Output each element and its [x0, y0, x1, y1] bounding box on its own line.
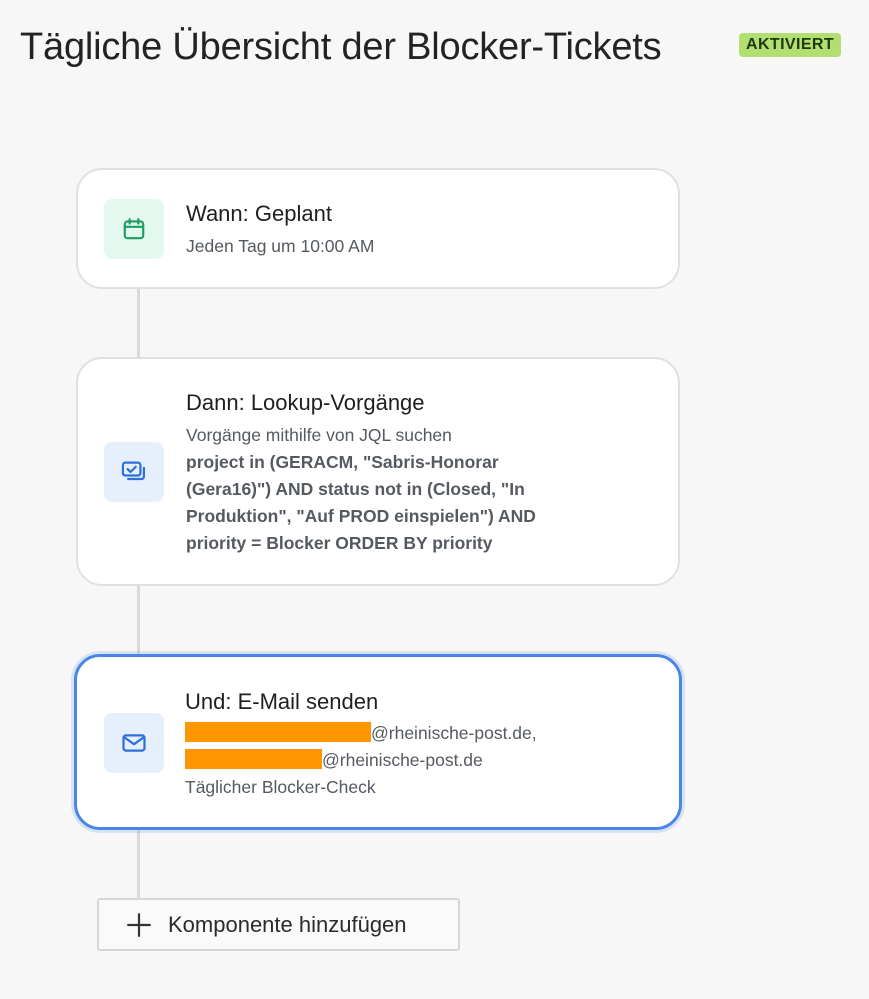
step-connector [137, 288, 140, 358]
send-email-card[interactable]: Und: E-Mail senden @rheinische-post.de, … [74, 654, 682, 830]
email-recipient-2: @rheinische-post.de [185, 747, 649, 774]
trigger-content: Wann: Geplant Jeden Tag um 10:00 AM [186, 200, 648, 260]
lookup-content: Dann: Lookup-Vorgänge Vorgänge mithilfe … [186, 389, 648, 557]
step-connector [137, 829, 140, 900]
title-row: Tägliche Übersicht der Blocker-Tickets A… [20, 24, 859, 72]
trigger-card[interactable]: Wann: Geplant Jeden Tag um 10:00 AM [76, 168, 680, 289]
page-title: Tägliche Übersicht der Blocker-Tickets [20, 26, 662, 68]
recipient-2-domain: @rheinische-post.de [322, 750, 483, 770]
email-subject: Täglicher Blocker-Check [185, 777, 376, 797]
add-component-button[interactable]: Komponente hinzufügen [97, 898, 460, 951]
automation-rule-page: Tägliche Übersicht der Blocker-Tickets A… [0, 0, 869, 999]
trigger-schedule: Jeden Tag um 10:00 AM [186, 236, 375, 256]
redacted-block [185, 722, 371, 742]
envelope-icon [104, 713, 164, 773]
lookup-description: Vorgänge mithilfe von JQL suchen [186, 425, 452, 445]
status-badge: AKTIVIERT [739, 33, 842, 57]
redacted-block [185, 749, 322, 769]
lookup-issues-icon [104, 442, 164, 502]
email-content: Und: E-Mail senden @rheinische-post.de, … [185, 688, 649, 801]
lookup-heading: Dann: Lookup-Vorgänge [186, 390, 425, 415]
lookup-issues-card[interactable]: Dann: Lookup-Vorgänge Vorgänge mithilfe … [76, 357, 680, 586]
plus-icon [125, 911, 153, 939]
email-recipient-1: @rheinische-post.de, [185, 720, 649, 747]
jql-query: project in (GERACM, "Sabris-Honorar (Ger… [186, 452, 536, 553]
calendar-icon [104, 199, 164, 259]
email-heading: Und: E-Mail senden [185, 689, 379, 714]
trigger-heading: Wann: Geplant [186, 201, 332, 226]
step-connector [137, 585, 140, 655]
recipient-1-domain: @rheinische-post.de, [371, 723, 537, 743]
add-component-label: Komponente hinzufügen [168, 911, 407, 937]
